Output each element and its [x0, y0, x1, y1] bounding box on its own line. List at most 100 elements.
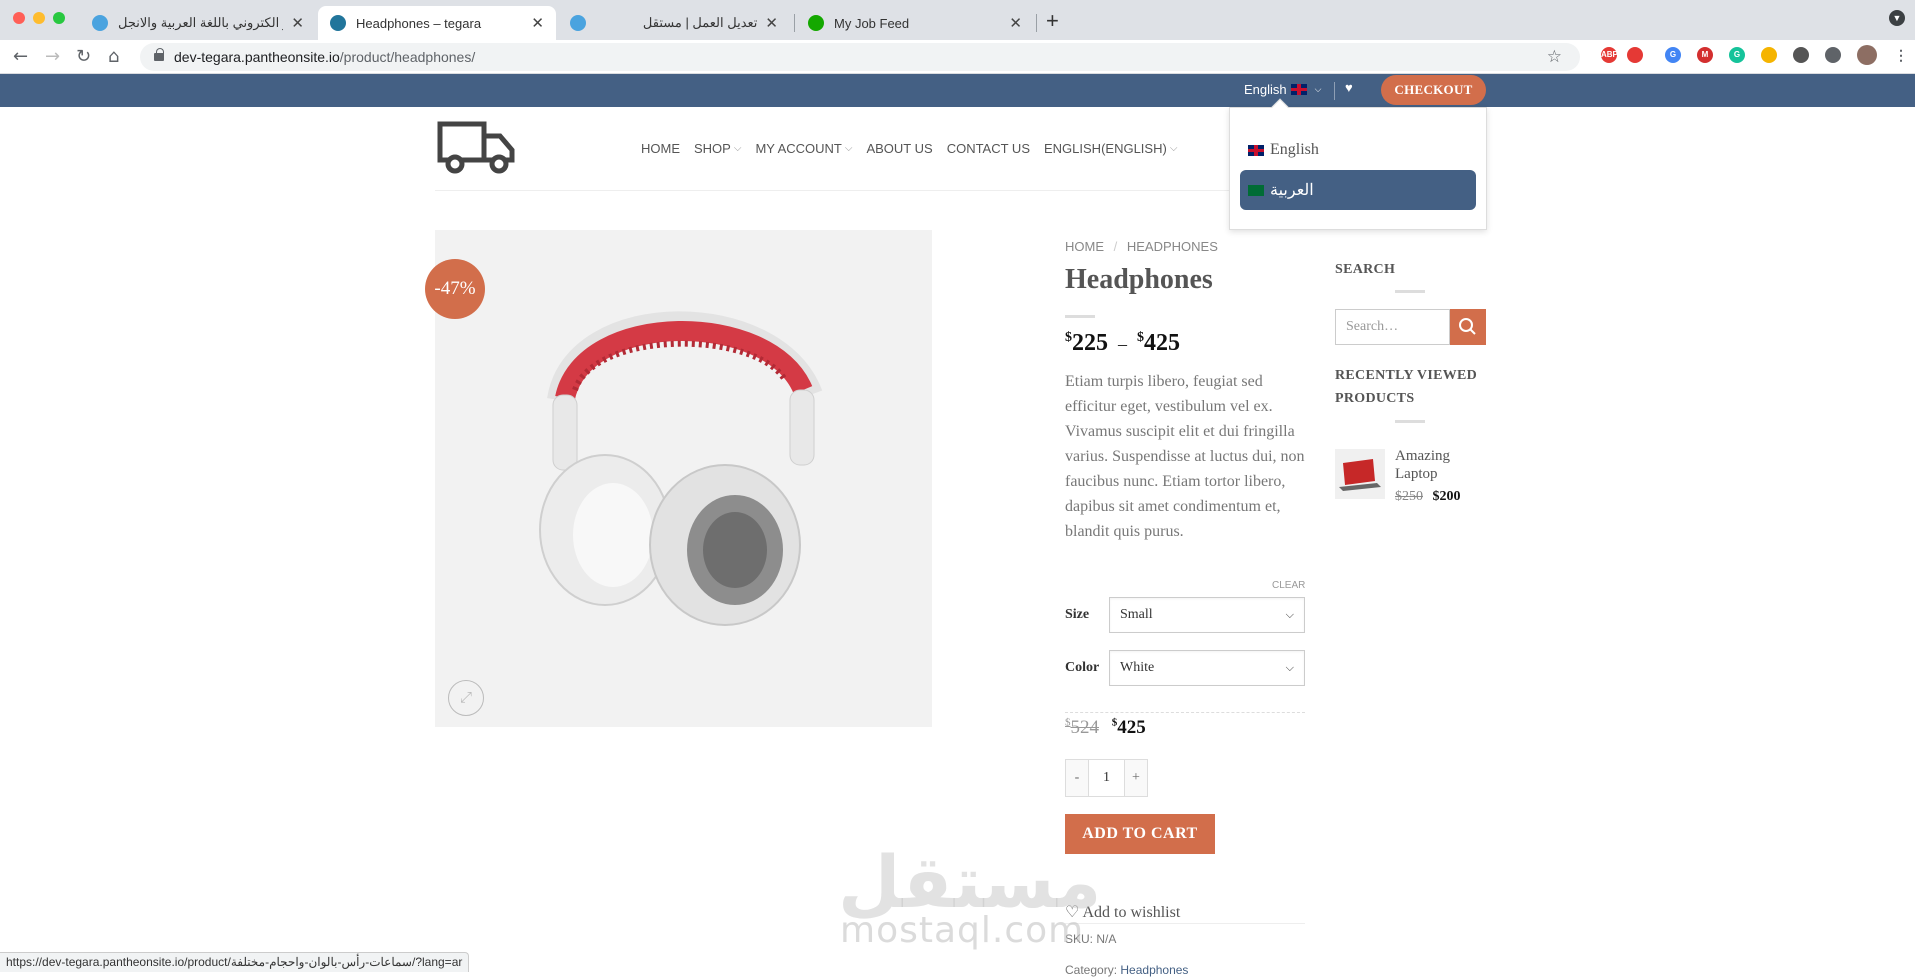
- uk-flag-icon: [1248, 144, 1264, 156]
- truck-logo-icon[interactable]: [437, 118, 517, 176]
- maximize-window-button[interactable]: [53, 12, 65, 24]
- extension-icon[interactable]: [1761, 47, 1777, 63]
- chevron-down-icon: ⌵: [1285, 609, 1294, 621]
- grammarly-icon[interactable]: G: [1729, 47, 1745, 63]
- globe-icon: [92, 15, 108, 31]
- tab-title: Headphones – tegara: [356, 15, 482, 31]
- nav-label: ABOUT US: [866, 141, 933, 156]
- tab-search-icon[interactable]: ▼: [1889, 10, 1905, 26]
- clear-variations-link[interactable]: CLEAR: [1272, 580, 1305, 591]
- new-tab-button[interactable]: +: [1046, 8, 1059, 34]
- language-option-label: English: [1270, 141, 1319, 158]
- recent-product-name[interactable]: Amazing Laptop: [1395, 447, 1485, 483]
- browser-tab-3[interactable]: تعديل العمل | مستقل ✕: [558, 6, 790, 40]
- extension-icon[interactable]: [1627, 47, 1643, 63]
- language-option-arabic[interactable]: العربية: [1240, 170, 1476, 210]
- quantity-decrease-button[interactable]: -: [1066, 760, 1088, 796]
- color-select[interactable]: White ⌵: [1109, 650, 1305, 686]
- new-price: $200: [1432, 489, 1461, 504]
- tab-title: My Job Feed: [834, 15, 910, 31]
- quantity-stepper: - 1 +: [1065, 759, 1148, 797]
- site-top-bar: English ⌵ ♥ CHECKOUT: [0, 74, 1915, 107]
- eyedropper-icon[interactable]: [1793, 47, 1809, 63]
- laptop-image: [1339, 459, 1381, 491]
- headphones-image: [539, 311, 823, 626]
- breadcrumb: HOME / HEADPHONES: [1065, 239, 1218, 254]
- language-switcher[interactable]: English ⌵: [1244, 82, 1321, 97]
- chevron-down-icon: ⌵: [733, 143, 742, 154]
- bookmark-star-icon[interactable]: ☆: [1547, 47, 1562, 67]
- checkout-button[interactable]: CHECKOUT: [1381, 75, 1486, 105]
- wishlist-heart-icon[interactable]: ♥: [1345, 80, 1353, 96]
- color-value: White: [1120, 660, 1155, 675]
- forward-icon[interactable]: →: [45, 46, 60, 67]
- profile-avatar[interactable]: [1857, 45, 1877, 65]
- url-host: dev-tegara.pantheonsite.io: [174, 49, 340, 65]
- variation-price: $524 $425: [1065, 717, 1146, 739]
- close-tab-icon[interactable]: ✕: [765, 14, 778, 32]
- nav-label: MY ACCOUNT: [755, 141, 842, 156]
- language-label: English: [1244, 82, 1287, 97]
- product-title: Headphones: [1065, 264, 1213, 295]
- main-navigation: HOME SHOP ⌵ MY ACCOUNT ⌵ ABOUT US CONTACT …: [641, 141, 1191, 156]
- price-min: 225: [1072, 330, 1108, 356]
- quantity-input[interactable]: 1: [1088, 760, 1125, 796]
- minimize-window-button[interactable]: [33, 12, 45, 24]
- back-icon[interactable]: ←: [13, 46, 28, 67]
- recent-product-price: $250 $200: [1395, 489, 1461, 505]
- size-value: Small: [1120, 607, 1153, 622]
- new-price: $425: [1111, 717, 1146, 739]
- price-separator: –: [1118, 334, 1127, 354]
- sale-badge: -47%: [425, 259, 485, 319]
- nav-label: SHOP: [694, 141, 731, 156]
- extension-icon[interactable]: M: [1697, 47, 1713, 63]
- size-select[interactable]: Small ⌵: [1109, 597, 1305, 633]
- nav-about-us[interactable]: ABOUT US: [866, 141, 932, 156]
- nav-contact-us[interactable]: CONTACT US: [947, 141, 1030, 156]
- close-window-button[interactable]: [13, 12, 25, 24]
- translate-icon[interactable]: G: [1665, 47, 1681, 63]
- price-max: 425: [1144, 330, 1180, 356]
- color-label: Color: [1065, 660, 1100, 675]
- quantity-increase-button[interactable]: +: [1125, 760, 1147, 796]
- address-bar[interactable]: dev-tegara.pantheonsite.io/product/headp…: [140, 43, 1580, 71]
- currency-symbol: $: [1065, 330, 1072, 345]
- browser-tab-4[interactable]: My Job Feed ✕: [796, 6, 1034, 40]
- saudi-flag-icon: [1248, 184, 1264, 196]
- nav-label: ENGLISH(ENGLISH): [1044, 141, 1167, 156]
- expand-icon[interactable]: ⤢: [448, 680, 484, 716]
- search-icon: [1459, 318, 1476, 335]
- search-button[interactable]: [1450, 309, 1486, 345]
- link-status-bar: https://dev-tegara.pantheonsite.io/produ…: [0, 952, 470, 972]
- category-link[interactable]: Headphones: [1120, 963, 1188, 977]
- extensions-puzzle-icon[interactable]: [1825, 47, 1841, 63]
- close-tab-icon[interactable]: ✕: [291, 14, 304, 32]
- size-label: Size: [1065, 607, 1090, 622]
- old-price: $250: [1395, 489, 1423, 504]
- reload-icon[interactable]: ↻: [76, 46, 91, 67]
- browser-tab-1[interactable]: متجر الكتروني باللغة العربية والانجل... …: [80, 6, 316, 40]
- currency-symbol: $: [1137, 330, 1144, 345]
- close-tab-icon[interactable]: ✕: [531, 14, 544, 32]
- nav-language[interactable]: ENGLISH(ENGLISH) ⌵: [1044, 141, 1177, 156]
- breadcrumb-home[interactable]: HOME: [1065, 239, 1104, 254]
- close-tab-icon[interactable]: ✕: [1009, 14, 1022, 32]
- browser-tab-bar: متجر الكتروني باللغة العربية والانجل... …: [0, 0, 1915, 40]
- nav-shop[interactable]: SHOP ⌵: [694, 141, 741, 156]
- tab-title: متجر الكتروني باللغة العربية والانجل...: [118, 15, 283, 30]
- recent-product-thumbnail[interactable]: [1335, 449, 1385, 499]
- adblock-icon[interactable]: ABP: [1601, 47, 1618, 63]
- browser-menu-icon[interactable]: ⋮: [1893, 47, 1909, 63]
- search-input[interactable]: Search…: [1335, 309, 1450, 345]
- breadcrumb-current[interactable]: HEADPHONES: [1127, 239, 1218, 254]
- home-icon[interactable]: ⌂: [108, 46, 119, 67]
- lock-icon: [154, 48, 164, 61]
- nav-my-account[interactable]: MY ACCOUNT ⌵: [755, 141, 852, 156]
- language-option-english[interactable]: English: [1240, 130, 1476, 170]
- old-price: $524: [1065, 717, 1099, 739]
- product-image[interactable]: [435, 230, 932, 727]
- price-range: $225 – $425: [1065, 330, 1180, 357]
- language-dropdown: English العربية: [1229, 98, 1487, 230]
- nav-home[interactable]: HOME: [641, 141, 680, 156]
- browser-tab-2[interactable]: Headphones – tegara ✕: [318, 6, 556, 40]
